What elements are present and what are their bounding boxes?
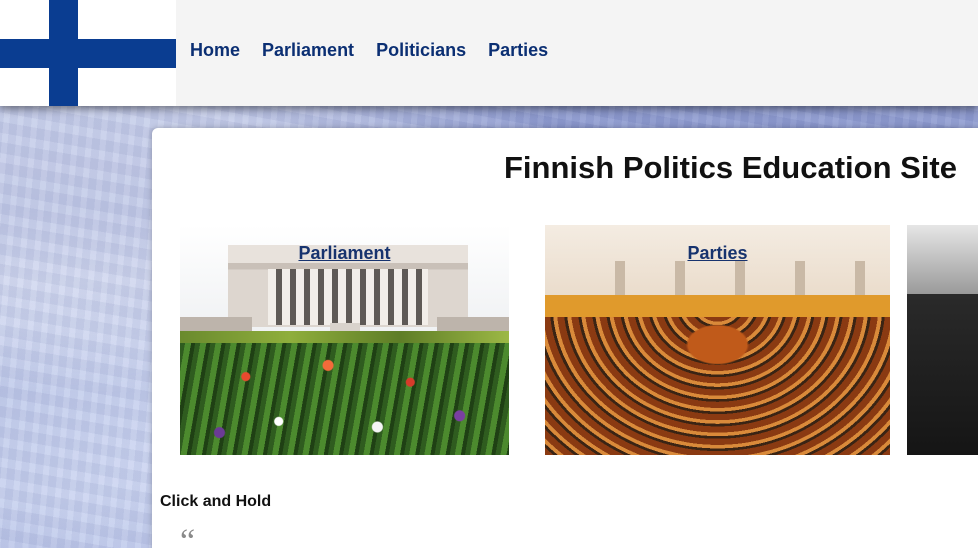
tile-parties-link[interactable]: Parties (545, 243, 890, 264)
page-title: Finnish Politics Education Site (504, 150, 957, 185)
parliament-flower-garden (180, 343, 509, 455)
parliament-columns (268, 269, 428, 325)
content-card: Finnish Politics Education Site Parliame… (152, 128, 978, 548)
nav-politicians-link[interactable]: Politicians (376, 40, 466, 61)
chamber-seating-image (545, 317, 890, 455)
chamber-statues (575, 261, 865, 297)
chamber-gallery-band (545, 295, 890, 317)
tile-parties[interactable]: Parties (545, 225, 890, 455)
quote-mark-icon: “ (180, 523, 196, 548)
nav-parliament-link[interactable]: Parliament (262, 40, 354, 61)
flag-vertical-bar (49, 0, 78, 106)
partial-tile-top (907, 225, 978, 294)
nav-parties-link[interactable]: Parties (488, 40, 548, 61)
click-and-hold-heading: Click and Hold (160, 493, 272, 510)
tile-partial[interactable] (907, 225, 978, 455)
flag-horizontal-bar (0, 39, 176, 68)
tile-parliament-link[interactable]: Parliament (180, 243, 509, 264)
finland-flag-logo[interactable] (0, 0, 176, 106)
tile-parliament[interactable]: Parliament (180, 225, 509, 455)
main-nav: Home Parliament Politicians Parties (190, 40, 548, 61)
top-header: Home Parliament Politicians Parties (0, 0, 978, 106)
partial-tile-dark-image (907, 294, 978, 455)
nav-home-link[interactable]: Home (190, 40, 240, 61)
